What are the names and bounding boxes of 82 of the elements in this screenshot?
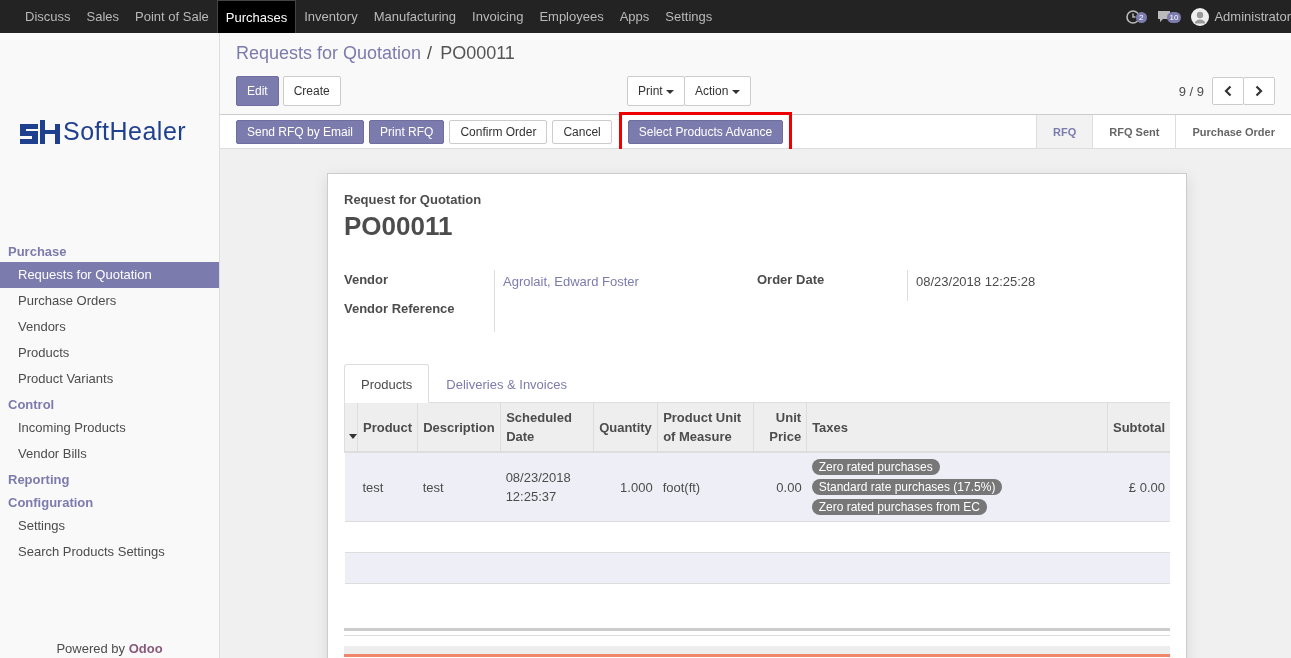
sh-mark-icon [20, 119, 60, 144]
messages-button[interactable]: 10 [1156, 10, 1182, 23]
tax-tag: Zero rated purchases from EC [811, 499, 988, 515]
dropdown-button[interactable]: Action [684, 76, 751, 106]
column-header[interactable]: Description [417, 403, 501, 452]
column-header[interactable]: Product [357, 403, 418, 452]
notebook-tab[interactable]: Products [344, 364, 430, 403]
menu-section-title: Configuration [7, 494, 95, 512]
activity-button[interactable]: 2 [1126, 9, 1147, 24]
table-cell: 0.00 [753, 452, 807, 522]
status-stage[interactable]: RFQ [1036, 115, 1093, 148]
field-label: Vendor [344, 271, 390, 289]
menu-item[interactable]: Invoicing [464, 0, 532, 33]
avatar-icon [1191, 7, 1210, 26]
menu-item[interactable]: Sales [78, 0, 128, 33]
breadcrumb-current: PO00011 [440, 43, 515, 64]
sort-caret-icon [349, 433, 357, 439]
notebook-tab[interactable]: Deliveries & Invoices [429, 364, 584, 403]
column-header[interactable]: Subtotal [1107, 403, 1170, 452]
sidebar-item[interactable]: Vendors [0, 314, 219, 340]
table-cell: 08/23/2018 12:25:37 [500, 452, 594, 522]
chevron-left-icon [1224, 85, 1232, 97]
document-type: Request for Quotation [344, 192, 483, 207]
menu-item[interactable]: Inventory [296, 0, 366, 33]
header-button[interactable]: Select Products Advance [627, 119, 784, 144]
menu-item[interactable]: Point of Sale [127, 0, 217, 33]
breadcrumb-link[interactable]: Requests for Quotation [236, 43, 422, 64]
menu-section-title: Control [7, 396, 56, 414]
field-label: Order Date [757, 271, 826, 289]
clock-icon [1126, 9, 1141, 24]
header-button[interactable]: Send RFQ by Email [236, 119, 365, 144]
previous-button[interactable] [1212, 77, 1244, 105]
table-cell: foot(ft) [657, 452, 754, 522]
field-label: Vendor Reference [344, 300, 456, 318]
header-button[interactable]: Confirm Order [449, 119, 548, 144]
sidebar-item[interactable]: Requests for Quotation [0, 262, 219, 288]
sidebar-item[interactable]: Product Variants [0, 366, 219, 392]
company-logo: SoftHealer [20, 117, 187, 146]
tax-tag: Standard rate purchases (17.5%) [811, 479, 1003, 495]
status-stage[interactable]: Purchase Order [1175, 115, 1291, 148]
header-button[interactable]: Cancel [552, 119, 612, 144]
table-cell: test [417, 452, 501, 522]
menu-section-title: Reporting [7, 471, 71, 489]
user-menu[interactable]: Administrator [1191, 7, 1291, 26]
column-header[interactable]: Taxes [806, 403, 1108, 452]
header-button[interactable]: Print RFQ [369, 119, 445, 144]
breadcrumb-separator: / [427, 43, 433, 64]
column-header[interactable]: Scheduled Date [500, 403, 594, 452]
control-panel-button[interactable]: Create [282, 76, 341, 106]
vendor-link[interactable]: Agrolait, Edward Foster [503, 274, 639, 289]
table-cell: £ 0.00 [1107, 452, 1170, 522]
activity-count: 2 [1136, 12, 1147, 23]
column-header[interactable]: Product Unit of Measure [657, 403, 754, 452]
powered-by-text: Powered by Odoo [55, 641, 164, 658]
sidebar-item[interactable]: Incoming Products [0, 415, 219, 441]
sidebar-item[interactable]: Search Products Settings [0, 539, 219, 565]
menu-item[interactable]: Manufacturing [365, 0, 465, 33]
pager-value: 9 / 9 [1178, 83, 1204, 99]
chat-icon [1156, 10, 1171, 23]
menu-item[interactable]: Employees [531, 0, 612, 33]
menu-item[interactable]: Apps [611, 0, 658, 33]
sidebar-item[interactable]: Settings [0, 513, 219, 539]
sidebar-item[interactable]: Vendor Bills [0, 441, 219, 467]
chevron-right-icon [1255, 85, 1263, 97]
tax-tag: Zero rated purchases [811, 459, 940, 475]
status-stage[interactable]: RFQ Sent [1092, 115, 1176, 148]
dropdown-button[interactable]: Print [627, 76, 685, 106]
menu-item[interactable]: Purchases [216, 0, 297, 33]
sidebar-item[interactable]: Products [0, 340, 219, 366]
field-value: 08/23/2018 12:25:28 [916, 274, 1036, 289]
sidebar-item[interactable]: Purchase Orders [0, 288, 219, 314]
document-number: PO00011 [344, 211, 454, 242]
next-button[interactable] [1243, 77, 1275, 105]
message-count: 10 [1166, 12, 1182, 23]
column-header[interactable]: Unit Price [753, 403, 807, 452]
menu-section-title: Purchase [7, 243, 68, 261]
menu-item[interactable]: Discuss [17, 0, 79, 33]
table-cell: 1.000 [593, 452, 658, 522]
table-cell: test [357, 452, 418, 522]
control-panel-button[interactable]: Edit [236, 76, 279, 106]
column-header[interactable]: Quantity [593, 403, 658, 452]
menu-item[interactable]: Settings [657, 0, 721, 33]
